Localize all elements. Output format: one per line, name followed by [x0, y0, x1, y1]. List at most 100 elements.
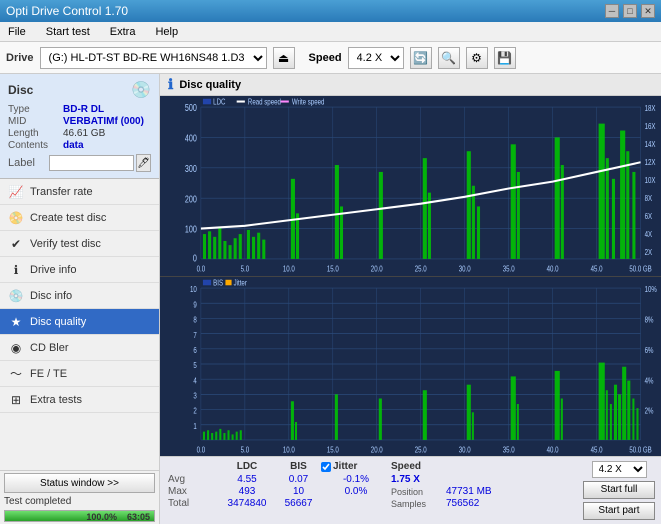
svg-text:15.0: 15.0 — [327, 444, 339, 454]
total-ldc: 3474840 — [218, 498, 276, 509]
ldc-chart-svg: 500 400 300 200 100 0 18X 16X 14X 12X 10… — [160, 96, 661, 276]
menu-start-test[interactable]: Start test — [42, 24, 94, 40]
nav-verify-test-disc[interactable]: ✔ Verify test disc — [0, 231, 159, 257]
refresh-button[interactable]: 🔄 — [410, 47, 432, 69]
disc-quality-header-label: Disc quality — [179, 79, 241, 91]
nav-fe-te[interactable]: 〜 FE / TE — [0, 361, 159, 387]
svg-text:50.0 GB: 50.0 GB — [629, 444, 652, 454]
svg-text:5: 5 — [193, 360, 196, 370]
svg-text:LDC: LDC — [213, 96, 225, 106]
svg-text:30.0: 30.0 — [459, 444, 471, 454]
maximize-button[interactable]: □ — [623, 4, 637, 18]
svg-text:400: 400 — [185, 132, 197, 143]
disc-quality-header: ℹ Disc quality — [160, 74, 661, 96]
nav-cd-bler[interactable]: ◉ CD Bler — [0, 335, 159, 361]
disc-label-input[interactable] — [49, 155, 134, 171]
total-bis: 56667 — [276, 498, 321, 509]
disc-length-row: Length 46.61 GB — [8, 128, 151, 139]
svg-text:35.0: 35.0 — [503, 444, 515, 454]
svg-text:300: 300 — [185, 163, 197, 174]
status-window-button[interactable]: Status window >> — [4, 473, 155, 493]
minimize-button[interactable]: ─ — [605, 4, 619, 18]
charts-area: 500 400 300 200 100 0 18X 16X 14X 12X 10… — [160, 96, 661, 456]
jitter-checkbox[interactable] — [321, 462, 331, 472]
settings-button[interactable]: ⚙ — [466, 47, 488, 69]
drive-label: Drive — [6, 52, 34, 64]
progress-text: 100.0% 63:05 — [86, 511, 150, 523]
start-full-button[interactable]: Start full — [583, 481, 655, 499]
nav-fe-te-label: FE / TE — [30, 368, 67, 380]
main-layout: Disc 💿 Type BD-R DL MID VERBATIMf (000) … — [0, 74, 661, 524]
menu-extra[interactable]: Extra — [106, 24, 140, 40]
max-bis: 10 — [276, 486, 321, 497]
disc-panel: Disc 💿 Type BD-R DL MID VERBATIMf (000) … — [0, 74, 159, 179]
speed-label: Speed — [309, 52, 342, 64]
menu-file[interactable]: File — [4, 24, 30, 40]
svg-text:0.0: 0.0 — [197, 444, 206, 454]
nav-disc-quality[interactable]: ★ Disc quality — [0, 309, 159, 335]
progress-bar: 100.0% 63:05 — [4, 510, 155, 522]
disc-type-label: Type — [8, 104, 63, 115]
svg-text:6: 6 — [193, 344, 196, 354]
nav-drive-info[interactable]: ℹ Drive info — [0, 257, 159, 283]
nav-extra-tests[interactable]: ⊞ Extra tests — [0, 387, 159, 413]
svg-text:4: 4 — [193, 375, 196, 385]
disc-info-icon: 💿 — [8, 288, 24, 304]
svg-text:20.0: 20.0 — [371, 263, 383, 273]
svg-text:25.0: 25.0 — [415, 263, 427, 273]
disc-label-button[interactable]: 🖊 — [136, 154, 151, 172]
speed-start-panel: 4.2 X 2.0 X 4.0 X Start full Start part — [577, 457, 661, 524]
disc-mid-label: MID — [8, 116, 63, 127]
eject-button[interactable]: ⏏ — [273, 47, 295, 69]
svg-text:2X: 2X — [645, 247, 653, 257]
avg-row: Avg 4.55 0.07 -0.1% 1.75 X — [168, 474, 569, 485]
avg-bis: 0.07 — [276, 474, 321, 485]
max-jitter: 0.0% — [321, 486, 391, 497]
start-speed-select[interactable]: 4.2 X 2.0 X 4.0 X — [592, 461, 647, 478]
nav-list: 📈 Transfer rate 📀 Create test disc ✔ Ver… — [0, 179, 159, 470]
disc-contents-row: Contents data — [8, 140, 151, 151]
disc-section-label: Disc — [8, 83, 33, 97]
svg-text:10.0: 10.0 — [283, 444, 295, 454]
max-position: 47731 MB — [446, 486, 516, 497]
save-button[interactable]: 💾 — [494, 47, 516, 69]
close-button[interactable]: ✕ — [641, 4, 655, 18]
speed-col-header: Speed — [391, 461, 446, 472]
cd-bler-icon: ◉ — [8, 340, 24, 356]
svg-text:5.0: 5.0 — [241, 263, 250, 273]
drive-select[interactable]: (G:) HL-DT-ST BD-RE WH16NS48 1.D3 — [40, 47, 267, 69]
scan-button[interactable]: 🔍 — [438, 47, 460, 69]
svg-text:6X: 6X — [645, 211, 653, 221]
svg-text:Write speed: Write speed — [292, 96, 325, 106]
bis-col-header: BIS — [276, 461, 321, 472]
svg-text:14X: 14X — [645, 139, 656, 149]
svg-text:40.0: 40.0 — [547, 444, 559, 454]
total-row: Total 3474840 56667 Samples 756562 — [168, 498, 569, 509]
status-text: Test completed — [4, 495, 155, 508]
nav-create-test-disc[interactable]: 📀 Create test disc — [0, 205, 159, 231]
start-part-button[interactable]: Start part — [583, 502, 655, 520]
status-bar: Status window >> Test completed 100.0% 6… — [0, 470, 159, 524]
disc-label-label: Label — [8, 157, 49, 169]
bis-chart: 10 9 8 7 6 5 4 3 2 1 10% 8% 6% 4% 2% — [160, 277, 661, 457]
nav-transfer-rate[interactable]: 📈 Transfer rate — [0, 179, 159, 205]
svg-text:18X: 18X — [645, 103, 656, 113]
position-label: Position — [391, 487, 446, 497]
toolbar: Drive (G:) HL-DT-ST BD-RE WH16NS48 1.D3 … — [0, 42, 661, 74]
window-controls: ─ □ ✕ — [605, 4, 655, 18]
svg-text:BIS: BIS — [213, 277, 223, 287]
svg-text:30.0: 30.0 — [459, 263, 471, 273]
menu-help[interactable]: Help — [151, 24, 182, 40]
ldc-col-header: LDC — [218, 461, 276, 472]
svg-text:1: 1 — [193, 420, 196, 430]
disc-mid-row: MID VERBATIMf (000) — [8, 116, 151, 127]
svg-text:10%: 10% — [645, 284, 658, 294]
svg-text:10: 10 — [190, 284, 197, 294]
nav-disc-info[interactable]: 💿 Disc info — [0, 283, 159, 309]
total-label: Total — [168, 498, 218, 509]
max-row: Max 493 10 0.0% Position 47731 MB — [168, 486, 569, 497]
verify-test-disc-icon: ✔ — [8, 236, 24, 252]
fe-te-icon: 〜 — [8, 366, 24, 382]
svg-text:2%: 2% — [645, 405, 654, 415]
speed-select[interactable]: 4.2 X — [348, 47, 404, 69]
